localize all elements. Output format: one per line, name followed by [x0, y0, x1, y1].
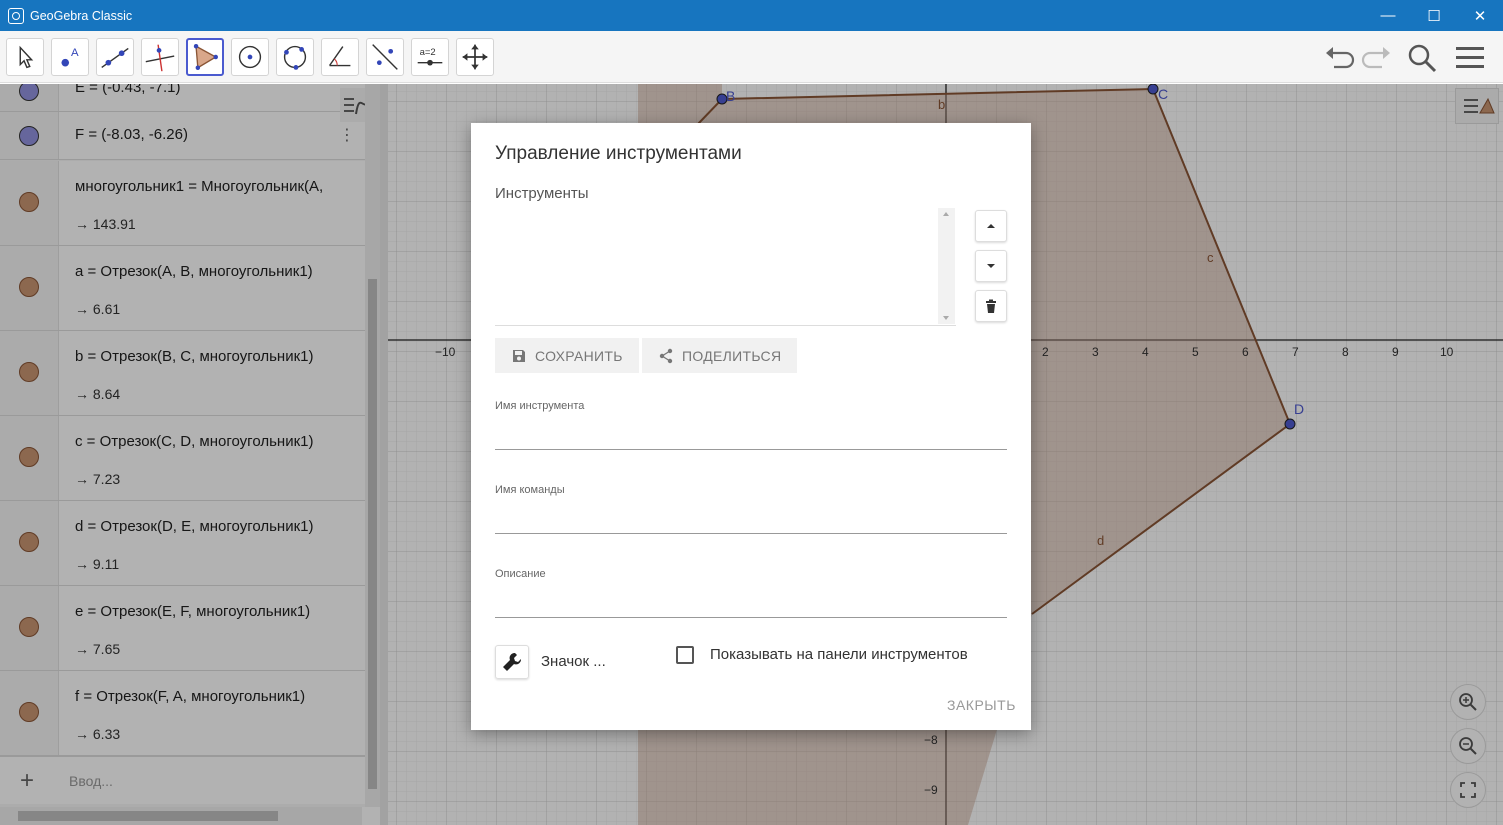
floppy-disk-icon: [513, 349, 525, 362]
point-icon: A: [61, 47, 79, 67]
svg-text:A: A: [71, 47, 79, 59]
move-down-button[interactable]: [975, 250, 1007, 282]
line-tool-button[interactable]: [96, 38, 134, 76]
polygon-icon: [193, 44, 218, 70]
maximize-button[interactable]: ☐: [1411, 0, 1457, 31]
redo-button[interactable]: [1360, 41, 1394, 75]
tools-list[interactable]: [495, 208, 956, 326]
redo-icon: [1361, 47, 1390, 69]
save-button-label: СОХРАНИТЬ: [535, 347, 623, 364]
undo-button[interactable]: [1322, 41, 1356, 75]
tools-list-scrollbar[interactable]: [938, 208, 955, 324]
search-button[interactable]: [1405, 41, 1439, 75]
choose-icon-button[interactable]: [495, 645, 529, 679]
delete-button[interactable]: [975, 290, 1007, 322]
move-graphics-icon: [462, 44, 488, 70]
svg-text:a=2: a=2: [420, 47, 436, 58]
circle-tool-button[interactable]: [231, 38, 269, 76]
slider-tool-button[interactable]: a=2: [411, 38, 449, 76]
circle-three-points-tool-button[interactable]: [276, 38, 314, 76]
window-controls: — ☐ ✕: [1365, 0, 1503, 31]
cursor-arrow-icon: [19, 45, 34, 69]
geogebra-logo-icon: [8, 7, 24, 24]
share-icon: [659, 348, 673, 363]
reflect-tool-button[interactable]: [366, 38, 404, 76]
scroll-up-icon[interactable]: [943, 212, 949, 216]
save-button[interactable]: СОХРАНИТЬ: [495, 338, 639, 373]
window-title: GeoGebra Classic: [30, 8, 133, 23]
tool-manager-dialog: Управление инструментами Инструменты СОХ…: [471, 123, 1031, 730]
line-icon: [101, 47, 129, 68]
share-button-label: ПОДЕЛИТЬСЯ: [682, 347, 782, 364]
tools-list-label: Инструменты: [495, 185, 589, 202]
command-name-input[interactable]: [495, 533, 1007, 534]
minimize-button[interactable]: —: [1365, 0, 1411, 31]
perpendicular-tool-button[interactable]: [141, 38, 179, 76]
main-menu-button[interactable]: [1453, 41, 1487, 75]
description-input[interactable]: [495, 617, 1007, 618]
description-label: Описание: [495, 568, 546, 580]
move-tool-button[interactable]: [6, 38, 44, 76]
reflect-icon: [372, 44, 398, 70]
show-in-toolbar-checkbox[interactable]: [676, 646, 694, 664]
point-tool-button[interactable]: A: [51, 38, 89, 76]
menu-icon: [1456, 47, 1484, 68]
polygon-tool-button[interactable]: [186, 38, 224, 76]
triangle-up-icon: [987, 224, 995, 228]
icon-label[interactable]: Значок ...: [541, 653, 606, 670]
show-in-toolbar-label[interactable]: Показывать на панели инструментов: [710, 646, 968, 663]
tool-name-label: Имя инструмента: [495, 400, 585, 412]
slider-icon: a=2: [417, 47, 443, 66]
circle-three-points-icon: [283, 45, 307, 70]
scroll-down-icon[interactable]: [943, 316, 949, 320]
title-bar: GeoGebra Classic — ☐ ✕: [0, 0, 1503, 31]
angle-tool-button[interactable]: [321, 38, 359, 76]
move-up-button[interactable]: [975, 210, 1007, 242]
tool-name-input[interactable]: [495, 449, 1007, 450]
command-name-label: Имя команды: [495, 484, 565, 496]
angle-icon: [328, 46, 351, 67]
wrench-icon: [503, 652, 522, 671]
toolbar: A a=2: [0, 31, 1503, 83]
dialog-title: Управление инструментами: [495, 143, 742, 164]
move-graphics-tool-button[interactable]: [456, 38, 494, 76]
circle-center-icon: [238, 45, 262, 69]
search-icon: [1408, 44, 1437, 73]
undo-icon: [1326, 47, 1355, 69]
perpendicular-icon: [145, 44, 175, 72]
share-button[interactable]: ПОДЕЛИТЬСЯ: [642, 338, 798, 373]
triangle-down-icon: [987, 264, 995, 268]
close-window-button[interactable]: ✕: [1457, 0, 1503, 31]
trash-icon: [986, 299, 996, 313]
close-dialog-button[interactable]: ЗАКРЫТЬ: [947, 697, 1016, 713]
